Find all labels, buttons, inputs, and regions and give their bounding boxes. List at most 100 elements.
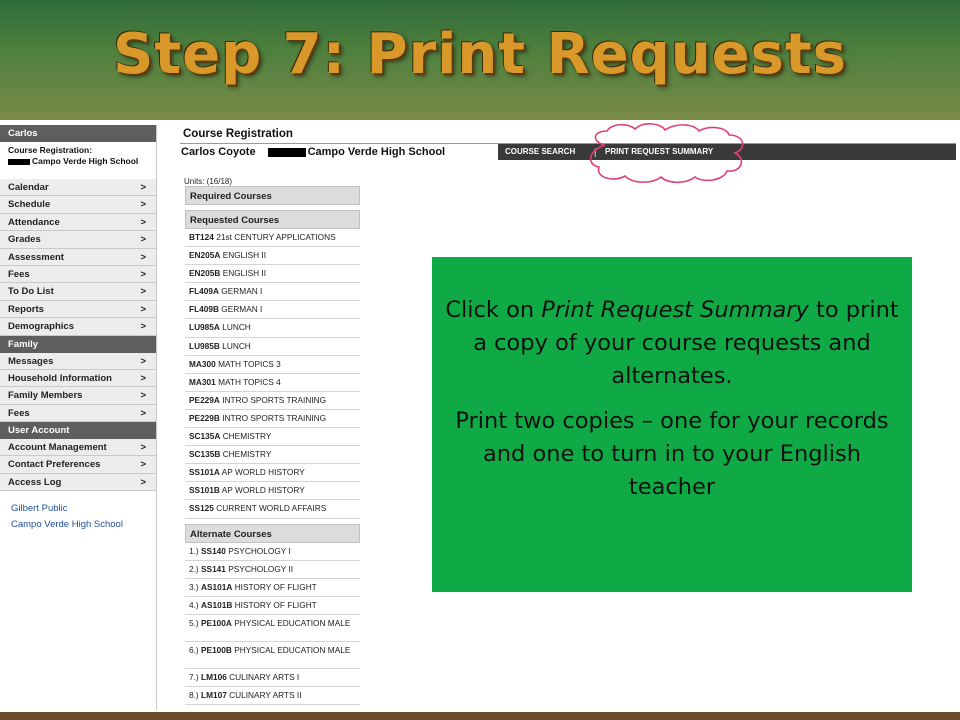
sidebar-item-reports[interactable]: Reports > [0, 300, 156, 319]
sidebar-context-school-line: Campo Verde High School [8, 156, 152, 167]
alternate-course-row[interactable]: 3.) AS101A HISTORY OF FLIGHT [185, 579, 360, 597]
sidebar-context-school: Campo Verde High School [32, 156, 139, 166]
course-name: CULINARY ARTS I [229, 671, 300, 682]
sidebar-item-family-members[interactable]: Family Members > [0, 387, 156, 405]
chevron-right-icon: > [140, 321, 146, 333]
instruction-emphasis: Print Request Summary [541, 297, 809, 323]
sidebar-item-grades[interactable]: Grades > [0, 231, 156, 249]
course-name: INTRO SPORTS TRAINING [222, 412, 327, 423]
course-row[interactable]: BT124 21st CENTURY APPLICATIONS [185, 229, 360, 248]
sidebar-item-calendar[interactable]: Calendar > [0, 179, 156, 197]
page-heading: Course Registration [183, 128, 293, 140]
course-code: AS101A [201, 581, 233, 592]
sidebar-footer-link[interactable]: Campo Verde High School [11, 517, 156, 533]
sidebar-context: Course Registration: Campo Verde High Sc… [0, 142, 156, 179]
requested-courses-header: Requested Courses [185, 210, 360, 229]
alternate-course-row[interactable]: 8.) LM107 CULINARY ARTS II [185, 687, 360, 706]
course-row[interactable]: SS125 CURRENT WORLD AFFAIRS [185, 500, 360, 519]
tab-course-search[interactable]: COURSE SEARCH [505, 144, 575, 160]
sidebar-item-fees[interactable]: Fees > [0, 404, 156, 423]
sidebar-item-demographics[interactable]: Demographics > [0, 318, 156, 336]
highlight-cloud-outline [589, 123, 744, 184]
alternate-rank: 4.) [189, 599, 199, 610]
instruction-paragraph-2: Print two copies – one for your records … [455, 408, 889, 500]
sidebar-item-label: Assessment [8, 251, 64, 263]
sidebar-item-label: Attendance [8, 216, 60, 228]
instruction-text: Click on [445, 297, 542, 323]
alternate-course-row[interactable]: 4.) AS101B HISTORY OF FLIGHT [185, 597, 360, 615]
sidebar-item-attendance[interactable]: Attendance > [0, 213, 156, 232]
course-row[interactable]: FL409B GERMAN I [185, 301, 360, 320]
alternate-course-row[interactable]: 7.) LM106 CULINARY ARTS I [185, 669, 360, 687]
course-name: CHEMISTRY [222, 449, 272, 460]
sidebar-footer-link[interactable]: Gilbert Public [11, 501, 156, 517]
alternate-rank: 3.) [189, 581, 199, 592]
course-name: PHYSICAL EDUCATION MALE [234, 644, 351, 655]
sidebar-item-account-management[interactable]: Account Management > [0, 439, 156, 457]
sidebar: Carlos Course Registration: Campo Verde … [0, 125, 157, 710]
course-row[interactable]: MA300 MATH TOPICS 3 [185, 356, 360, 374]
sidebar-item-access-log[interactable]: Access Log > [0, 473, 156, 492]
sidebar-item-label: Reports [8, 303, 44, 315]
sidebar-item-label: Grades [8, 234, 41, 246]
course-row[interactable]: SS101B AP WORLD HISTORY [185, 482, 360, 501]
course-row[interactable]: SC135A CHEMISTRY [185, 428, 360, 447]
sidebar-item-schedule[interactable]: Schedule > [0, 196, 156, 214]
sidebar-item-label: Schedule [8, 199, 51, 211]
course-row[interactable]: MA301 MATH TOPICS 4 [185, 374, 360, 392]
course-code: PE229A [189, 394, 220, 405]
course-name: GERMAN I [221, 304, 263, 315]
course-code: LU985A [189, 322, 220, 333]
sidebar-item-assessment[interactable]: Assessment > [0, 248, 156, 266]
sidebar-section-user-account: User Account [0, 422, 156, 440]
sidebar-item-messages[interactable]: Messages > [0, 352, 156, 370]
student-name: Carlos Coyote [181, 146, 256, 158]
sidebar-footer-links: Gilbert Public Campo Verde High School [0, 491, 156, 533]
alternate-course-row[interactable]: 2.) SS141 PSYCHOLOGY II [185, 561, 360, 579]
main-content: Course Registration Carlos Coyote Campo V… [180, 125, 956, 160]
course-code: EN205A [189, 250, 221, 261]
title-banner: Step 7: Print Requests [0, 0, 960, 120]
sidebar-item-label: Demographics [8, 321, 74, 333]
course-name: MATH TOPICS 4 [218, 376, 281, 387]
course-code: MA300 [189, 358, 216, 369]
course-row[interactable]: EN205A ENGLISH II [185, 247, 360, 266]
course-row[interactable]: PE229A INTRO SPORTS TRAINING [185, 392, 360, 410]
chevron-right-icon: > [140, 182, 146, 193]
bottom-bar [0, 712, 960, 720]
course-row[interactable]: FL409A GERMAN I [185, 283, 360, 302]
alternate-rank: 6.) [189, 644, 199, 655]
sidebar-section-family: Family [0, 335, 156, 353]
sidebar-item-contact-preferences[interactable]: Contact Preferences > [0, 456, 156, 474]
sidebar-menu-family: Messages > Household Information > Family Me… [0, 352, 156, 423]
alternate-rank: 1.) [189, 545, 199, 556]
course-name: CHEMISTRY [222, 431, 272, 442]
course-row[interactable]: SC135B CHEMISTRY [185, 446, 360, 465]
course-name: CURRENT WORLD AFFAIRS [216, 503, 327, 514]
student-bar: Carlos Coyote Campo Verde High School COU… [180, 143, 956, 160]
course-name: PSYCHOLOGY I [228, 545, 291, 556]
alternate-course-row[interactable]: 5.) PE100A PHYSICAL EDUCATION MALE [185, 615, 360, 642]
chevron-right-icon: > [140, 268, 146, 280]
course-code: SS101B [189, 485, 220, 496]
course-row[interactable]: PE229B INTRO SPORTS TRAINING [185, 410, 360, 429]
course-code: LM107 [201, 689, 227, 700]
alternate-course-row[interactable]: 1.) SS140 PSYCHOLOGY I [185, 543, 360, 561]
course-row[interactable]: LU985A LUNCH [185, 319, 360, 338]
course-row[interactable]: SS101A AP WORLD HISTORY [185, 464, 360, 483]
course-name: AP WORLD HISTORY [221, 485, 305, 496]
course-code: SS141 [201, 563, 226, 574]
course-name: CULINARY ARTS II [229, 689, 302, 700]
highlight-cloud [589, 123, 744, 184]
sidebar-menu-main: Calendar > Schedule > Attendance > Grades > Asse… [0, 179, 156, 336]
sidebar-item-label: Account Management [8, 442, 107, 454]
chevron-right-icon: > [140, 372, 146, 384]
course-row[interactable]: EN205B ENGLISH II [185, 265, 360, 284]
sidebar-item-household-information[interactable]: Household Information > [0, 369, 156, 388]
course-name: GERMAN I [221, 286, 263, 297]
sidebar-item-fees[interactable]: Fees > [0, 265, 156, 284]
course-code: PE229B [189, 412, 220, 423]
alternate-course-row[interactable]: 6.) PE100B PHYSICAL EDUCATION MALE [185, 642, 360, 669]
course-row[interactable]: LU985B LUNCH [185, 338, 360, 356]
sidebar-item-to-do-list[interactable]: To Do List > [0, 283, 156, 301]
